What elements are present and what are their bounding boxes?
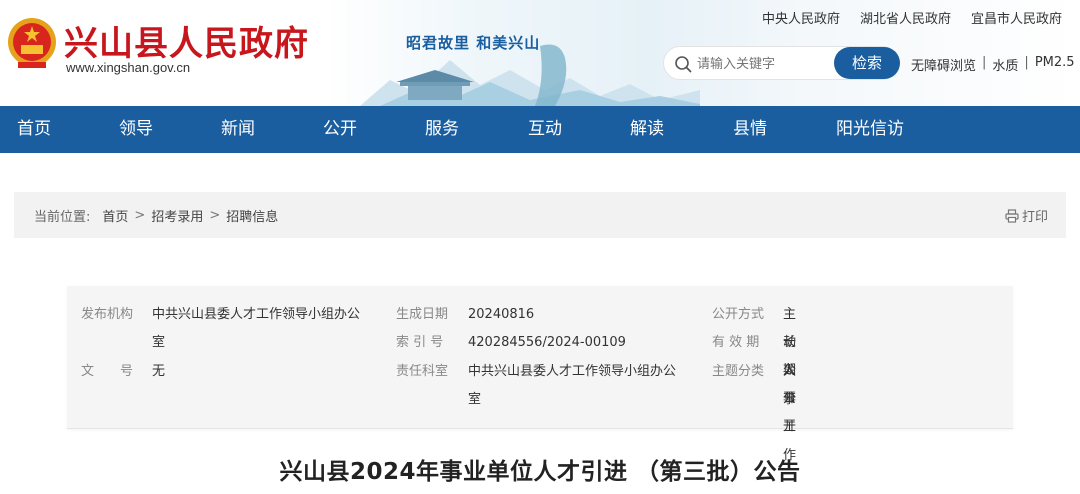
site-name[interactable]: 兴山县人民政府 bbox=[64, 16, 309, 65]
separator: | bbox=[982, 55, 987, 70]
breadcrumb-home[interactable]: 首页 bbox=[102, 206, 128, 225]
article-title: 兴山县2024年事业单位人才引进 （第三批）公告 bbox=[279, 459, 801, 485]
print-label: 打印 bbox=[1021, 210, 1048, 225]
accessibility-link[interactable]: 无障碍浏览 bbox=[911, 55, 976, 74]
top-link-central-gov[interactable]: 中央人民政府 bbox=[762, 8, 840, 27]
breadcrumb-hiring-info[interactable]: 招聘信息 bbox=[226, 206, 278, 225]
office-value-cont: 室 bbox=[468, 392, 482, 407]
utility-links: 无障碍浏览 | 水质 | PM2.5 bbox=[911, 55, 1075, 74]
separator: | bbox=[1024, 55, 1029, 70]
water-quality-link[interactable]: 水质 bbox=[992, 55, 1018, 74]
nav-item-leaders[interactable]: 领导 bbox=[119, 106, 153, 153]
printer-icon bbox=[1005, 208, 1019, 223]
topic-key: 主题分类 bbox=[712, 364, 765, 379]
index-value: 420284556/2024-00109 bbox=[468, 335, 626, 350]
pm25-link[interactable]: PM2.5 bbox=[1035, 55, 1075, 74]
breadcrumb: 当前位置: 首页 > 招考录用 > 招聘信息 打印 bbox=[14, 192, 1066, 238]
site-header: 兴山县人民政府 www.xingshan.gov.cn 昭君故里 和美兴山 中央… bbox=[0, 0, 1080, 106]
index-key: 索 引 号 bbox=[396, 335, 444, 350]
publisher-value: 中共兴山县委人才工作领导小组办公 bbox=[152, 307, 361, 322]
nav-item-interaction[interactable]: 互动 bbox=[528, 106, 562, 153]
nav-item-interpretation[interactable]: 解读 bbox=[630, 106, 664, 153]
breadcrumb-arrow: > bbox=[134, 208, 146, 223]
nav-item-petition[interactable]: 阳光信访 bbox=[836, 106, 904, 153]
nav-item-home[interactable]: 首页 bbox=[17, 106, 51, 153]
print-button[interactable]: 打印 bbox=[1005, 206, 1048, 225]
office-key: 责任科室 bbox=[396, 364, 449, 379]
date-key: 生成日期 bbox=[396, 307, 449, 322]
search-button[interactable]: 检索 bbox=[834, 47, 900, 79]
mode-key: 公开方式 bbox=[712, 307, 765, 322]
date-value: 20240816 bbox=[468, 307, 535, 322]
top-link-hubei-gov[interactable]: 湖北省人民政府 bbox=[860, 8, 951, 27]
breadcrumb-arrow: > bbox=[209, 208, 221, 223]
site-url: www.xingshan.gov.cn bbox=[66, 60, 191, 75]
office-value: 中共兴山县委人才工作领导小组办公 bbox=[468, 364, 677, 379]
nav-item-news[interactable]: 新闻 bbox=[221, 106, 255, 153]
nav-item-public[interactable]: 公开 bbox=[323, 106, 357, 153]
breadcrumb-recruitment[interactable]: 招考录用 bbox=[151, 206, 203, 225]
document-info-table: 发布机构 中共兴山县委人才工作领导小组办公 室 文 号 无 生成日期 20240… bbox=[67, 286, 1013, 463]
national-emblem-icon bbox=[8, 18, 56, 68]
validity-key: 有 效 期 bbox=[712, 335, 760, 350]
nav-item-county-info[interactable]: 县情 bbox=[733, 106, 767, 153]
nav-item-services[interactable]: 服务 bbox=[425, 106, 459, 153]
publisher-key: 发布机构 bbox=[81, 307, 134, 322]
doc-no-key: 文 号 bbox=[81, 364, 134, 379]
search-icon bbox=[675, 56, 692, 73]
publisher-value-cont: 室 bbox=[152, 335, 166, 350]
search-input[interactable] bbox=[697, 53, 827, 75]
main-nav: 首页 领导 新闻 公开 服务 互动 解读 县情 阳光信访 bbox=[0, 106, 1080, 153]
top-link-yichang-gov[interactable]: 宜昌市人民政府 bbox=[971, 8, 1062, 27]
doc-no-value: 无 bbox=[152, 364, 166, 379]
slogan: 昭君故里 和美兴山 bbox=[406, 34, 541, 52]
top-links: 中央人民政府 湖北省人民政府 宜昌市人民政府 bbox=[762, 8, 1062, 27]
breadcrumb-label: 当前位置: bbox=[34, 210, 91, 225]
